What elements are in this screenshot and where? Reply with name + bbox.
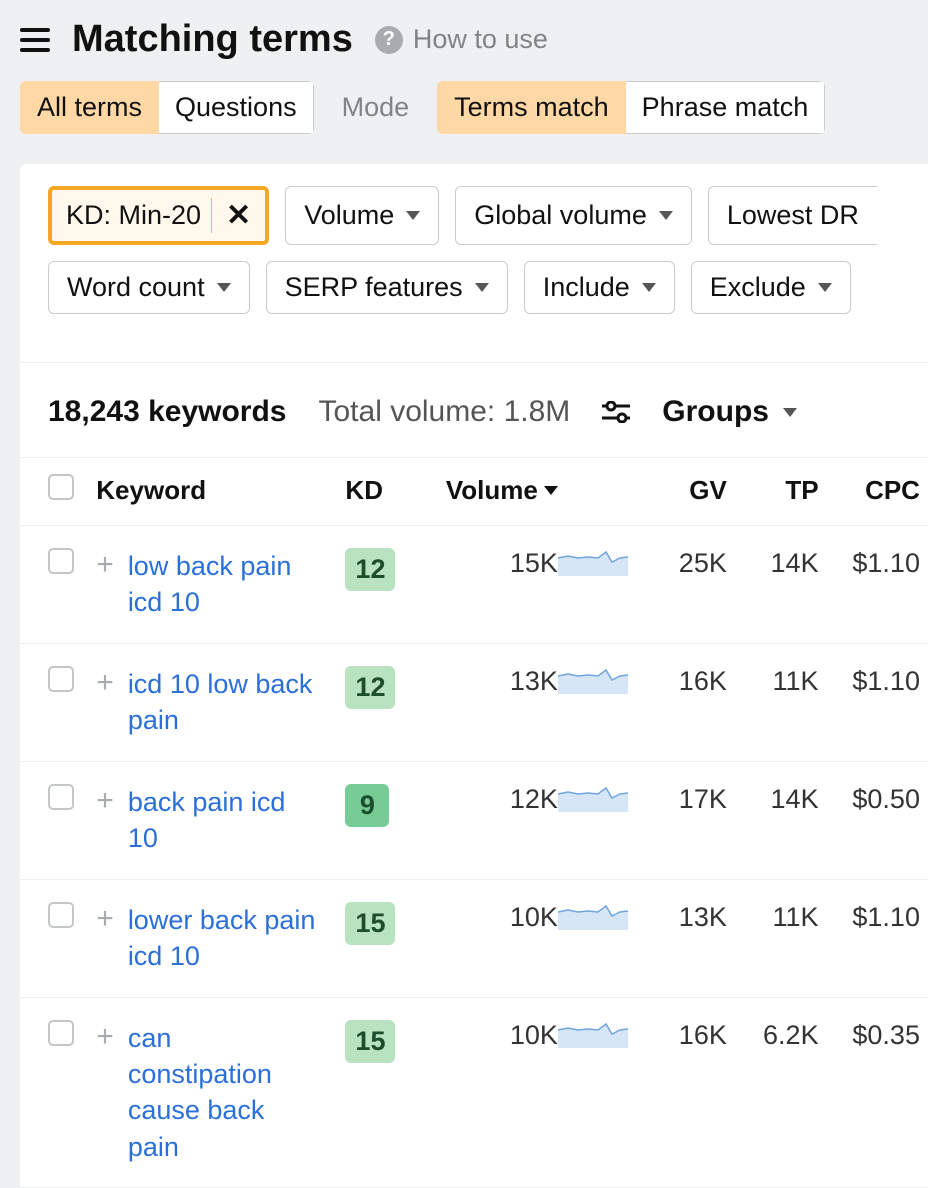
chevron-down-icon (475, 283, 489, 292)
col-keyword[interactable]: Keyword (96, 475, 345, 506)
tab-questions[interactable]: Questions (159, 81, 314, 134)
chevron-down-icon (818, 283, 832, 292)
keyword-link[interactable]: icd 10 low back pain (128, 666, 318, 739)
col-tp[interactable]: TP (727, 475, 819, 506)
chevron-down-icon (642, 283, 656, 292)
tab-phrase-match[interactable]: Phrase match (626, 81, 826, 134)
keyword-link[interactable]: back pain icd 10 (128, 784, 318, 857)
kd-badge: 15 (345, 1020, 395, 1063)
table-row: + back pain icd 10 9 12K 17K 14K $0.50 (20, 762, 928, 880)
plus-icon[interactable]: + (96, 1020, 114, 1052)
tp-value: 11K (727, 902, 819, 933)
col-cpc[interactable]: CPC (819, 475, 920, 506)
mode-label: Mode (342, 92, 410, 123)
filter-word-count[interactable]: Word count (48, 261, 250, 314)
cpc-value: $0.35 (819, 1020, 920, 1051)
sparkline-icon (558, 666, 628, 694)
table-header: Keyword KD Volume GV TP CPC (20, 457, 928, 526)
tp-value: 14K (727, 548, 819, 579)
help-icon: ? (375, 26, 403, 54)
row-checkbox[interactable] (48, 902, 74, 928)
tab-terms-match[interactable]: Terms match (437, 81, 626, 134)
hamburger-icon[interactable] (20, 28, 50, 52)
cpc-value: $1.10 (819, 666, 920, 697)
how-to-use-link[interactable]: ? How to use (375, 24, 548, 55)
plus-icon[interactable]: + (96, 548, 114, 580)
volume-value: 13K (413, 666, 558, 697)
page-title: Matching terms (72, 18, 353, 61)
volume-value: 12K (413, 784, 558, 815)
sliders-icon[interactable] (602, 401, 630, 423)
gv-value: 16K (635, 1020, 727, 1051)
row-checkbox[interactable] (48, 784, 74, 810)
chevron-down-icon (406, 211, 420, 220)
cpc-value: $1.10 (819, 902, 920, 933)
chevron-down-icon (783, 408, 797, 417)
total-volume: Total volume: 1.8M (319, 395, 571, 429)
sort-desc-icon (544, 486, 558, 495)
kd-badge: 12 (345, 548, 395, 591)
filter-include[interactable]: Include (524, 261, 675, 314)
filter-kd-active[interactable]: KD: Min-20 ✕ (48, 186, 269, 245)
row-checkbox[interactable] (48, 1020, 74, 1046)
gv-value: 13K (635, 902, 727, 933)
tp-value: 14K (727, 784, 819, 815)
filter-volume[interactable]: Volume (285, 186, 439, 245)
gv-value: 25K (635, 548, 727, 579)
keyword-count: 18,243 keywords (48, 395, 287, 429)
table-row: + icd 10 low back pain 12 13K 16K 11K $1… (20, 644, 928, 762)
volume-value: 10K (413, 902, 558, 933)
tp-value: 11K (727, 666, 819, 697)
plus-icon[interactable]: + (96, 666, 114, 698)
col-volume[interactable]: Volume (413, 475, 558, 506)
plus-icon[interactable]: + (96, 902, 114, 934)
table-row: + low back pain icd 10 12 15K 25K 14K $1… (20, 526, 928, 644)
mode-tabs: Terms match Phrase match (437, 81, 825, 134)
keyword-link[interactable]: lower back pain icd 10 (128, 902, 318, 975)
kd-badge: 12 (345, 666, 395, 709)
tp-value: 6.2K (727, 1020, 819, 1051)
gv-value: 16K (635, 666, 727, 697)
plus-icon[interactable]: + (96, 784, 114, 816)
kd-badge: 15 (345, 902, 395, 945)
filter-kd-label: KD: Min-20 (66, 200, 201, 231)
volume-value: 10K (413, 1020, 558, 1051)
row-checkbox[interactable] (48, 548, 74, 574)
tab-all-terms[interactable]: All terms (20, 81, 159, 134)
keyword-link[interactable]: can constipation cause back pain (128, 1020, 318, 1166)
filter-global-volume[interactable]: Global volume (455, 186, 692, 245)
chevron-down-icon (217, 283, 231, 292)
how-to-use-label: How to use (413, 24, 548, 55)
sparkline-icon (558, 784, 628, 812)
volume-value: 15K (413, 548, 558, 579)
table-row: + can constipation cause back pain 15 10… (20, 998, 928, 1188)
kd-badge: 9 (345, 784, 389, 827)
gv-value: 17K (635, 784, 727, 815)
row-checkbox[interactable] (48, 666, 74, 692)
close-icon[interactable]: ✕ (211, 198, 251, 233)
col-kd[interactable]: KD (345, 475, 413, 506)
select-all-checkbox[interactable] (48, 474, 74, 500)
filter-lowest-dr[interactable]: Lowest DR (708, 186, 877, 245)
keyword-link[interactable]: low back pain icd 10 (128, 548, 318, 621)
chevron-down-icon (659, 211, 673, 220)
cpc-value: $1.10 (819, 548, 920, 579)
terms-tabs: All terms Questions (20, 81, 314, 134)
sparkline-icon (558, 1020, 628, 1048)
sparkline-icon (558, 548, 628, 576)
groups-dropdown[interactable]: Groups (662, 395, 797, 429)
col-gv[interactable]: GV (635, 475, 727, 506)
filter-exclude[interactable]: Exclude (691, 261, 851, 314)
cpc-value: $0.50 (819, 784, 920, 815)
sparkline-icon (558, 902, 628, 930)
filter-serp-features[interactable]: SERP features (266, 261, 508, 314)
table-row: + lower back pain icd 10 15 10K 13K 11K … (20, 880, 928, 998)
